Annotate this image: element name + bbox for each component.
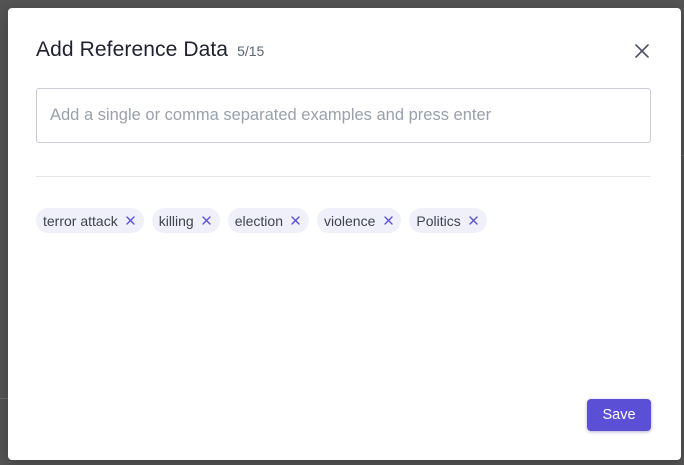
close-icon	[384, 216, 393, 225]
reference-data-input[interactable]	[37, 89, 650, 142]
reference-data-input-box	[36, 88, 651, 143]
modal-title: Add Reference Data	[36, 38, 229, 61]
tag-chip: Politics	[409, 208, 487, 233]
tag-list: terror attack killing election violence …	[36, 208, 487, 233]
tag-label: Politics	[416, 212, 461, 229]
tag-remove-button[interactable]	[126, 216, 136, 226]
tag-chip: violence	[316, 208, 402, 233]
close-icon	[635, 44, 649, 58]
background-divider	[0, 398, 8, 399]
close-icon	[291, 216, 301, 225]
close-icon	[126, 216, 135, 225]
save-button[interactable]: Save	[587, 399, 651, 431]
tag-remove-button[interactable]	[383, 216, 393, 226]
tag-chip: killing	[151, 208, 220, 233]
tag-chip: election	[227, 208, 309, 233]
modal-header: Add Reference Data 5/15	[36, 38, 653, 68]
add-reference-data-modal: Add Reference Data 5/15 terror attack ki…	[8, 8, 681, 460]
tag-remove-button[interactable]	[469, 216, 479, 226]
close-icon	[202, 216, 211, 225]
tag-chip: terror attack	[36, 208, 144, 233]
tag-count: 5/15	[237, 43, 265, 59]
tag-label: violence	[323, 212, 376, 229]
tag-label: election	[234, 212, 283, 229]
tag-label: killing	[158, 212, 194, 229]
divider	[36, 176, 651, 177]
tag-remove-button[interactable]	[202, 216, 212, 226]
close-icon	[469, 216, 478, 225]
tag-label: terror attack	[43, 212, 118, 229]
close-button[interactable]	[633, 42, 651, 60]
tag-remove-button[interactable]	[291, 216, 301, 226]
